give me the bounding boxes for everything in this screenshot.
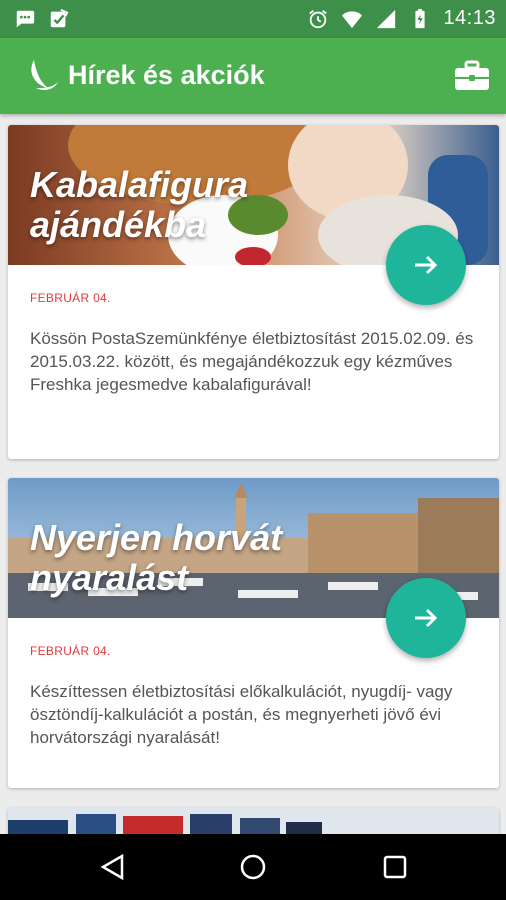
- notification-icons: [14, 8, 70, 30]
- home-icon[interactable]: [238, 852, 268, 882]
- news-list[interactable]: Kabalafigura ajándékba FEBRUÁR 04. Kössö…: [0, 114, 506, 834]
- news-date: FEBRUÁR 04.: [30, 644, 111, 658]
- briefcase-icon[interactable]: [454, 60, 490, 92]
- navigation-bar: [0, 834, 506, 900]
- news-title-line: ajándékba: [30, 204, 207, 245]
- system-icons: 14:13: [307, 7, 496, 30]
- clock: 14:13: [443, 7, 496, 29]
- news-description: Készíttessen életbiztosítási előkalkulác…: [30, 682, 453, 747]
- chat-notification-icon: [16, 10, 35, 28]
- recent-apps-icon[interactable]: [380, 852, 410, 882]
- news-title-line: Nyerjen horvát: [30, 517, 283, 558]
- news-image-phones[interactable]: [8, 808, 499, 834]
- page-title: Hírek és akciók: [68, 60, 265, 90]
- app-bar: Hírek és akciók: [0, 38, 506, 114]
- news-card[interactable]: Nyerjen horvát nyaralást FEBRUÁR 04. Kés…: [8, 478, 499, 788]
- arrow-right-icon: [415, 255, 438, 275]
- news-title-line: Kabalafigura: [30, 164, 249, 205]
- wifi-icon: [342, 10, 363, 28]
- news-title: Kabalafigura ajándékba: [30, 165, 248, 245]
- checklist-notification-icon: [50, 8, 69, 28]
- status-bar: 14:13: [0, 0, 506, 38]
- news-title-line: nyaralást: [30, 557, 189, 598]
- news-date: FEBRUÁR 04.: [30, 291, 111, 305]
- leaf-logo-icon: [31, 60, 58, 90]
- alarm-icon: [309, 9, 328, 28]
- news-description: Kössön PostaSzemünkfénye életbiztosítást…: [30, 329, 474, 394]
- back-icon[interactable]: [98, 852, 128, 882]
- signal-icon: [377, 9, 396, 28]
- news-card[interactable]: [8, 808, 499, 834]
- open-news-button[interactable]: [386, 225, 466, 305]
- arrow-right-icon: [415, 608, 438, 628]
- news-title: Nyerjen horvát nyaralást: [30, 518, 282, 598]
- news-card[interactable]: Kabalafigura ajándékba FEBRUÁR 04. Kössö…: [8, 125, 499, 459]
- open-news-button[interactable]: [386, 578, 466, 658]
- battery-icon: [415, 8, 426, 28]
